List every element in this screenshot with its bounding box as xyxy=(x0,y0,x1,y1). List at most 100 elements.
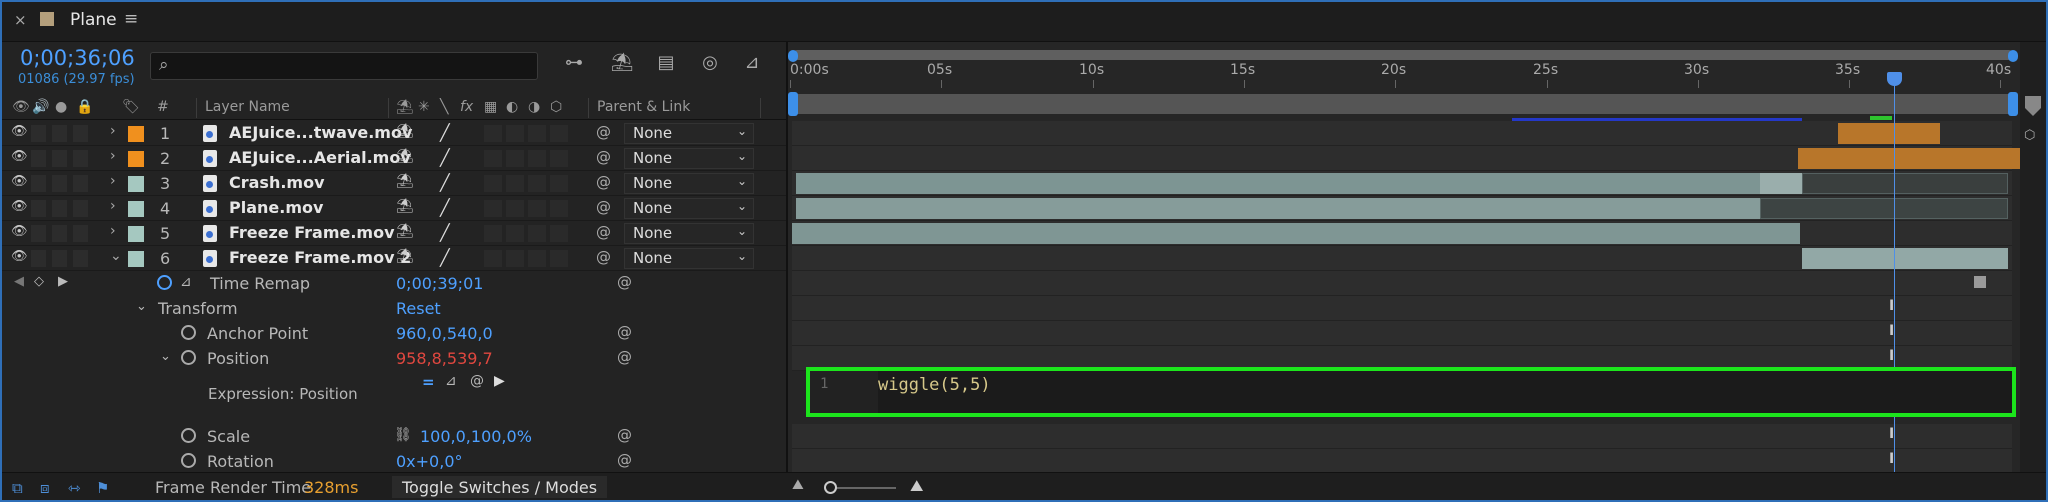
layer-switch-box[interactable] xyxy=(484,250,502,267)
chevron-right-icon[interactable]: › xyxy=(110,198,116,214)
label-color-swatch[interactable] xyxy=(128,151,144,167)
parent-pickwhip-icon[interactable]: @ xyxy=(596,198,611,216)
solo-switch[interactable] xyxy=(52,150,67,167)
chevron-down-icon[interactable]: ⌄ xyxy=(110,248,122,264)
graph-editor-icon[interactable]: ⊿ xyxy=(738,52,766,78)
adjustment-switch-header-icon[interactable]: ◑ xyxy=(528,99,540,115)
layer-switch-box[interactable] xyxy=(484,175,502,192)
shy-switch-icon[interactable]: ⛱ xyxy=(396,123,414,139)
collapse-switch-header-icon[interactable]: ✳ xyxy=(418,99,430,115)
eye-icon[interactable]: 👁 xyxy=(11,249,28,264)
transform-reset-link[interactable]: Reset xyxy=(396,299,441,318)
position-value[interactable]: 958,8,539,7 xyxy=(396,349,493,368)
label-color-swatch[interactable] xyxy=(128,201,144,217)
layer-switch-box[interactable] xyxy=(506,225,524,242)
close-tab-icon[interactable]: × xyxy=(14,11,27,29)
time-remap-value[interactable]: 0;00;39;01 xyxy=(396,274,483,293)
zoom-slider-track[interactable] xyxy=(830,487,896,489)
layer-switch-box[interactable] xyxy=(528,125,546,142)
render-time-icon[interactable]: ⚑ xyxy=(96,479,114,497)
shy-switch-header-icon[interactable]: ⛱ xyxy=(396,99,414,115)
video-toggle-header-icon[interactable]: 👁 xyxy=(12,99,30,115)
navigator-start-handle[interactable] xyxy=(788,50,798,62)
quality-switch-icon[interactable]: ╱ xyxy=(440,198,450,217)
layer-switch-box[interactable] xyxy=(550,150,568,167)
audio-switch[interactable] xyxy=(31,125,46,142)
layer-switch-box[interactable] xyxy=(550,225,568,242)
layer-row[interactable]: 👁 › 2 AEJuice...Aerial.mov ⛱ ╱ @ None ⌄ xyxy=(0,146,786,171)
position-keyframe-marker[interactable]: I xyxy=(1889,298,1894,314)
pickwhip-icon[interactable]: @ xyxy=(617,451,632,469)
stopwatch-icon[interactable] xyxy=(181,453,196,468)
eye-icon[interactable]: 👁 xyxy=(11,199,28,214)
layer-switch-box[interactable] xyxy=(528,225,546,242)
audio-switch[interactable] xyxy=(31,250,46,267)
stopwatch-icon[interactable] xyxy=(157,275,172,290)
shy-switch-icon[interactable]: ⛱ xyxy=(396,148,414,164)
stopwatch-icon[interactable] xyxy=(181,428,196,443)
parent-pickwhip-icon[interactable]: @ xyxy=(596,173,611,191)
motion-blur-switch-header-icon[interactable]: ◐ xyxy=(506,99,518,115)
layer-3-clip[interactable] xyxy=(796,173,1760,194)
expression-pickwhip-icon[interactable]: @ xyxy=(470,373,484,389)
label-color-swatch[interactable] xyxy=(128,226,144,242)
motion-blur-icon[interactable]: ◎ xyxy=(696,52,724,78)
frame-blending-icon[interactable]: ▤ xyxy=(652,52,680,78)
shy-switch-icon[interactable]: ⛱ xyxy=(396,173,414,189)
anchor-keyframe-marker[interactable]: I xyxy=(1889,323,1894,339)
chevron-down-icon[interactable]: ⌄ xyxy=(160,349,171,364)
panel-menu-icon[interactable]: ≡ xyxy=(124,9,138,29)
layer-switch-box[interactable] xyxy=(484,200,502,217)
parent-pickwhip-icon[interactable]: @ xyxy=(596,248,611,266)
timeline-track[interactable] xyxy=(792,296,2012,321)
layer-switch-box[interactable] xyxy=(484,125,502,142)
layer-switch-box[interactable] xyxy=(550,200,568,217)
stopwatch-icon[interactable] xyxy=(181,325,196,340)
layer-switch-box[interactable] xyxy=(528,175,546,192)
timeline-track[interactable] xyxy=(792,321,2012,346)
frame-blend-switch-header-icon[interactable]: ▦ xyxy=(484,99,497,115)
parent-pickwhip-icon[interactable]: @ xyxy=(596,223,611,241)
audio-switch[interactable] xyxy=(31,150,46,167)
time-navigator-bar[interactable] xyxy=(792,50,2014,60)
lock-switch[interactable] xyxy=(73,250,88,267)
layer-5-clip[interactable] xyxy=(792,223,1800,244)
enable-expression-icon[interactable]: = xyxy=(422,373,435,391)
prev-keyframe-icon[interactable]: ◀ xyxy=(14,274,24,289)
shy-switch-icon[interactable]: ⛱ xyxy=(396,198,414,214)
graph-icon[interactable]: ⊿ xyxy=(180,274,192,290)
3d-switch-header-icon[interactable]: ⬡ xyxy=(550,99,562,115)
layer-switch-box[interactable] xyxy=(484,225,502,242)
label-header-icon[interactable]: 🏷 xyxy=(122,99,140,115)
effects-switch-header[interactable]: fx xyxy=(460,99,473,115)
layer-name-header[interactable]: Layer Name xyxy=(205,99,290,115)
rotation-keyframe-marker[interactable]: I xyxy=(1889,451,1894,467)
navigator-end-handle[interactable] xyxy=(2008,50,2018,62)
current-time-indicator-head[interactable] xyxy=(1887,72,1902,86)
audio-header-icon[interactable]: 🔊 xyxy=(32,99,49,115)
layer-number-header[interactable]: # xyxy=(157,99,169,115)
layer-switch-box[interactable] xyxy=(506,250,524,267)
work-area-start-handle[interactable] xyxy=(788,92,798,116)
eye-icon[interactable]: 👁 xyxy=(11,174,28,189)
expression-editor[interactable]: 1 wiggle(5,5) xyxy=(806,367,2016,417)
toggle-switches-modes-button[interactable]: Toggle Switches / Modes xyxy=(392,476,608,498)
layer-name[interactable]: Plane.mov xyxy=(229,198,323,217)
parent-pickwhip-icon[interactable]: @ xyxy=(596,123,611,141)
layer-switch-box[interactable] xyxy=(528,150,546,167)
add-keyframe-icon[interactable]: ◇ xyxy=(34,274,44,289)
layer-switch-box[interactable] xyxy=(528,250,546,267)
comp-flowchart-icon[interactable]: ⊶ xyxy=(560,52,588,78)
transfer-controls-icon[interactable]: ⧈ xyxy=(40,479,58,497)
layer-6-clip[interactable] xyxy=(1802,248,2008,269)
audio-switch[interactable] xyxy=(31,200,46,217)
timeline-track[interactable] xyxy=(792,271,2012,296)
zoom-in-icon[interactable]: ⛰ xyxy=(910,476,923,496)
layer-row[interactable]: 👁 › 4 Plane.mov ⛱ ╱ @ None ⌄ xyxy=(0,196,786,221)
parent-dropdown[interactable]: None ⌄ xyxy=(624,248,754,269)
quality-switch-icon[interactable]: ╱ xyxy=(440,148,450,167)
lock-switch[interactable] xyxy=(73,225,88,242)
layer-switch-box[interactable] xyxy=(506,150,524,167)
solo-switch[interactable] xyxy=(52,200,67,217)
pickwhip-icon[interactable]: @ xyxy=(617,426,632,444)
